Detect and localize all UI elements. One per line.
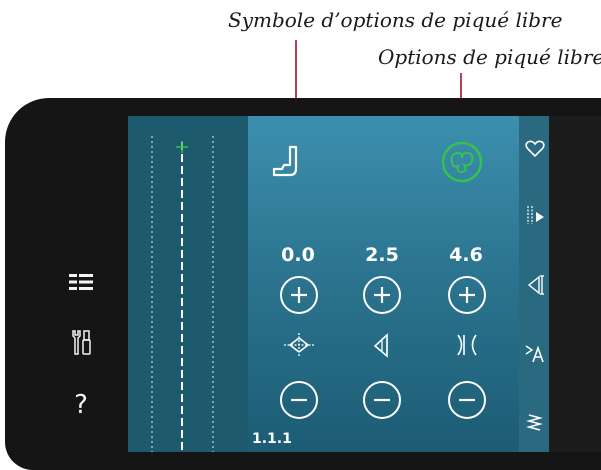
stitch-number: 1.1.1 — [252, 431, 292, 447]
right-toolbar — [519, 116, 549, 452]
needle-thread-icon[interactable] — [524, 204, 546, 226]
screen-bezel-right — [549, 116, 601, 452]
increase-button-1[interactable] — [280, 276, 318, 314]
stitch-preview — [128, 116, 248, 452]
balance-icon — [280, 330, 318, 360]
value-2: 2.5 — [365, 244, 399, 266]
presser-foot-icon[interactable] — [270, 143, 310, 183]
minus-icon — [459, 398, 475, 402]
decrease-button-3[interactable] — [448, 381, 486, 419]
machine-screen: ? 0.0 2.5 4.6 1.1.1 — [5, 98, 601, 470]
stitch-width-icon[interactable] — [524, 274, 546, 296]
stitch-angle-icon — [363, 330, 401, 360]
decrease-button-1[interactable] — [280, 381, 318, 419]
minus-icon — [291, 398, 307, 402]
zigzag-icon[interactable] — [524, 412, 546, 434]
decrease-button-2[interactable] — [363, 381, 401, 419]
minus-icon — [374, 398, 390, 402]
value-3: 4.6 — [449, 244, 483, 266]
heart-icon[interactable] — [524, 138, 546, 160]
menu-list-icon[interactable] — [67, 268, 95, 296]
symbol-caption: Symbole d’options de piqué libre — [228, 8, 563, 32]
plus-icon — [291, 287, 307, 303]
tools-icon[interactable] — [67, 329, 95, 357]
help-icon[interactable]: ? — [67, 390, 95, 420]
stitch-preview-graphic — [151, 136, 214, 452]
increase-button-2[interactable] — [363, 276, 401, 314]
free-motion-options-icon[interactable] — [440, 140, 484, 184]
spacing-icon — [448, 330, 486, 360]
free-motion-panel: 0.0 2.5 4.6 1.1.1 — [248, 116, 519, 452]
text-size-icon[interactable] — [524, 342, 546, 364]
left-toolbar: ? — [5, 98, 125, 470]
plus-icon — [374, 287, 390, 303]
value-1: 0.0 — [281, 244, 315, 266]
increase-button-3[interactable] — [448, 276, 486, 314]
plus-icon — [459, 287, 475, 303]
options-caption: Options de piqué libre — [378, 45, 601, 69]
